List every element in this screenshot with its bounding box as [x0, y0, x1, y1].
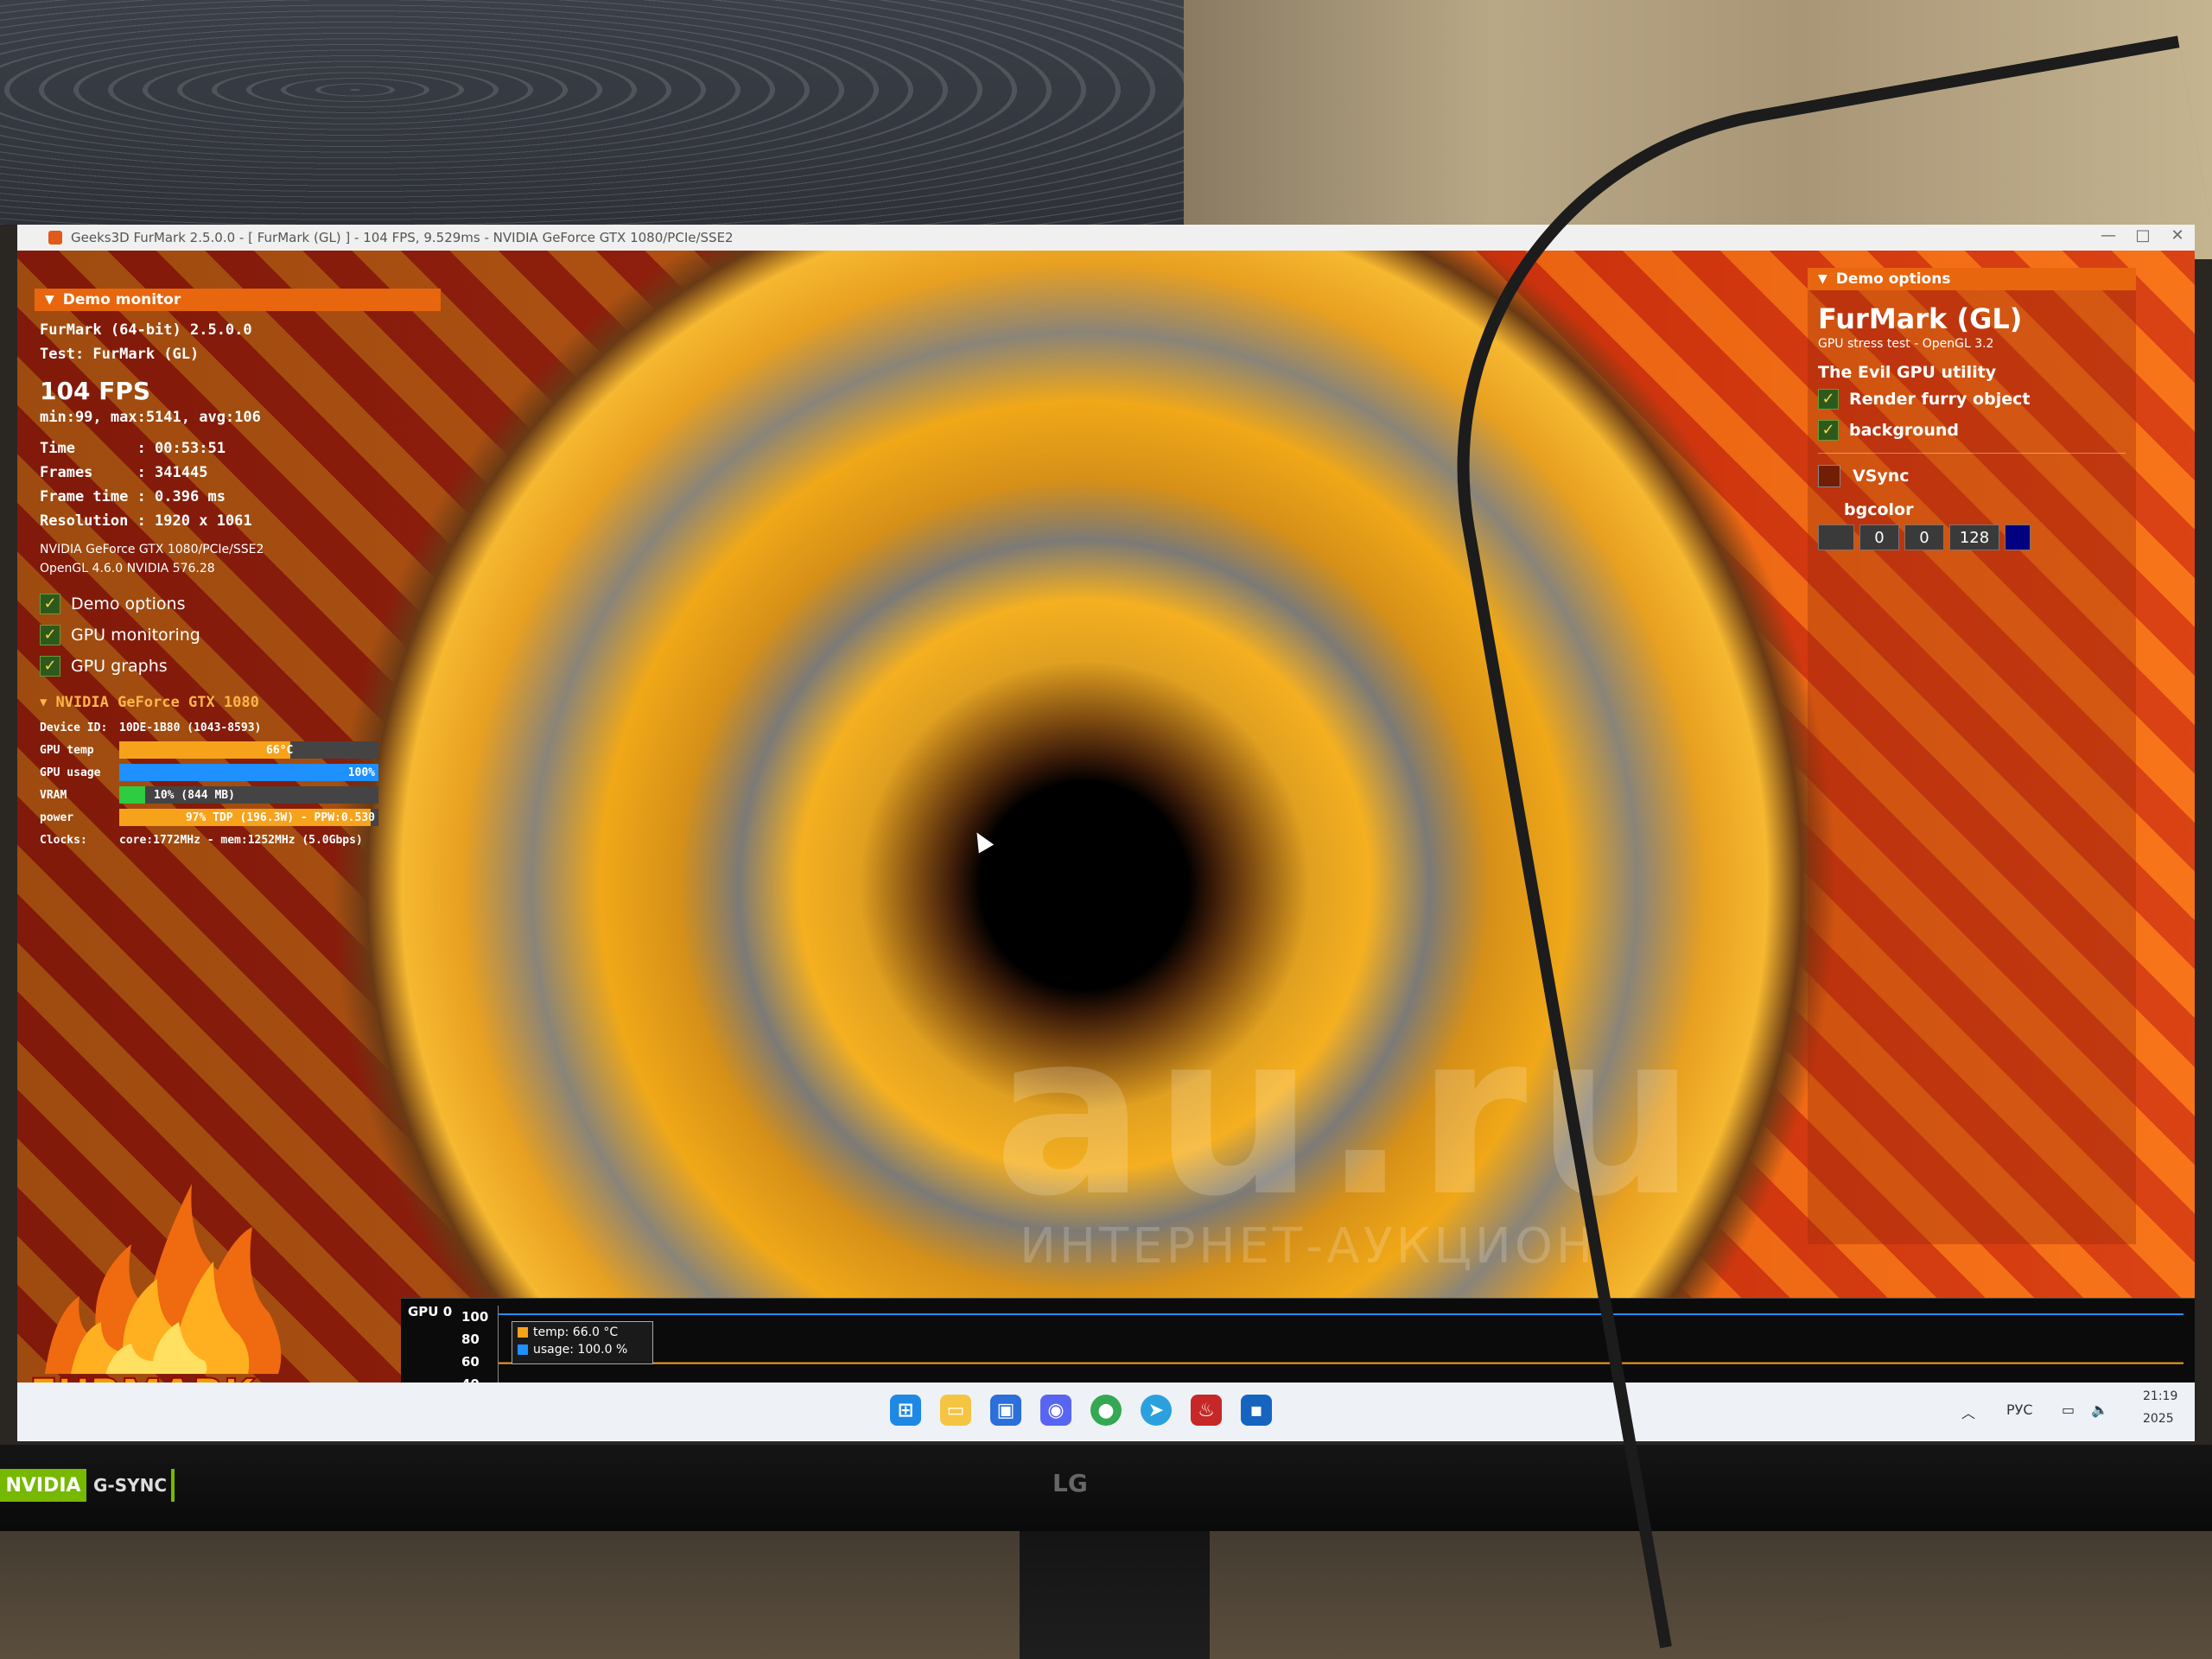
furmark-icon[interactable]: ♨	[1191, 1395, 1222, 1426]
checkmark-icon: ✓	[40, 625, 60, 645]
gpu-temp-row: GPU temp 66°C	[40, 739, 435, 761]
gpu-monitoring-label: GPU monitoring	[71, 626, 200, 645]
renderer-info: NVIDIA GeForce GTX 1080/PCIe/SSE2	[40, 543, 264, 556]
monitor-stand	[1020, 1529, 1210, 1659]
gpu-temp-value: 66°C	[266, 743, 294, 757]
file-explorer-icon[interactable]: ▭	[940, 1395, 971, 1426]
clocks-row: Clocks: core:1772MHz - mem:1252MHz (5.0G…	[40, 829, 435, 851]
demo-monitor-title: Demo monitor	[62, 291, 181, 308]
power-row: power 97% TDP (196.3W) - PPW:0.530	[40, 806, 435, 829]
mouse-cursor-icon	[969, 828, 995, 854]
clocks-label: Clocks:	[40, 833, 87, 847]
legend-usage: usage: 100.0 %	[518, 1341, 647, 1358]
chrome-icon[interactable]: ●	[1090, 1395, 1122, 1426]
app-version: FurMark (64-bit) 2.5.0.0	[40, 321, 252, 339]
opengl-info: OpenGL 4.6.0 NVIDIA 576.28	[40, 562, 215, 575]
device-id-row: Device ID: 10DE-1B80 (1043-8593)	[40, 716, 435, 739]
nvidia-badge: NVIDIA	[0, 1469, 86, 1502]
watermark-subtitle: ИНТЕРНЕТ-АУКЦИОН	[1020, 1218, 1597, 1274]
test-name: Test: FurMark (GL)	[40, 346, 200, 363]
active-app-icon[interactable]: ▪	[1241, 1395, 1272, 1426]
telegram-icon[interactable]: ➤	[1141, 1395, 1172, 1426]
checkmark-icon: ✓	[40, 594, 60, 614]
demo-options-label: Demo options	[71, 594, 186, 613]
power-value: 97% TDP (196.3W) - PPW:0.530	[185, 810, 375, 824]
gpu-usage-bar: 100%	[119, 764, 378, 781]
gpu-section-header[interactable]: ▼ NVIDIA GeForce GTX 1080	[40, 694, 435, 711]
vram-fill	[119, 786, 145, 804]
fps-readout: 104 FPS	[40, 377, 151, 405]
gpu-temp-fill	[119, 741, 290, 759]
graph-tick-60: 60	[461, 1354, 480, 1370]
gpu-usage-label: GPU usage	[40, 766, 101, 779]
store-icon[interactable]: ▣	[990, 1395, 1021, 1426]
demo-monitor-panel: ▼ Demo monitor FurMark (64-bit) 2.5.0.0 …	[35, 289, 441, 1239]
gpu-usage-row: GPU usage 100%	[40, 761, 435, 784]
gpu-monitoring-checkbox[interactable]: ✓ GPU monitoring	[40, 620, 435, 651]
graph-legend: temp: 66.0 °C usage: 100.0 %	[512, 1321, 653, 1364]
legend-temp-swatch	[518, 1327, 528, 1338]
power-label: power	[40, 810, 74, 824]
window-title: Geeks3D FurMark 2.5.0.0 - [ FurMark (GL)…	[71, 230, 734, 245]
gpu-graphs-label: GPU graphs	[71, 657, 168, 676]
lg-logo: LG	[1052, 1469, 1088, 1497]
time-stat: Time : 00:53:51	[40, 440, 226, 457]
gsync-badge: G-SYNC	[93, 1469, 175, 1502]
frames-stat: Frames : 341445	[40, 464, 208, 481]
gpu-usage-value: 100%	[347, 766, 375, 779]
collapse-triangle-icon: ▼	[45, 293, 54, 307]
demo-monitor-header[interactable]: ▼ Demo monitor	[35, 289, 441, 311]
gpu-graphs-checkbox[interactable]: ✓ GPU graphs	[40, 651, 435, 682]
demo-options-checkbox[interactable]: ✓ Demo options	[40, 588, 435, 620]
graph-tick-80: 80	[461, 1332, 480, 1347]
collapse-triangle-icon: ▼	[40, 696, 48, 709]
furmark-app-icon	[48, 231, 62, 245]
background-curtain-left	[0, 0, 1184, 225]
vram-bar: 10% (844 MB)	[119, 786, 378, 804]
resolution-stat: Resolution : 1920 x 1061	[40, 512, 252, 530]
windows-start-icon[interactable]: ⊞	[890, 1395, 921, 1426]
legend-usage-swatch	[518, 1344, 528, 1355]
clocks-value: core:1772MHz - mem:1252MHz (5.0Gbps)	[119, 833, 363, 847]
legend-temp: temp: 66.0 °C	[518, 1324, 647, 1341]
furmark-flame-logo	[45, 1184, 282, 1374]
graph-tick-100: 100	[461, 1309, 489, 1325]
checkmark-icon: ✓	[40, 656, 60, 677]
legend-temp-text: temp: 66.0 °C	[533, 1325, 619, 1339]
gpu-usage-fill	[119, 764, 378, 781]
graph-title: GPU 0	[408, 1304, 453, 1319]
device-id-label: Device ID:	[40, 721, 108, 734]
legend-usage-text: usage: 100.0 %	[533, 1343, 628, 1357]
vram-row: VRAM 10% (844 MB)	[40, 784, 435, 806]
discord-icon[interactable]: ◉	[1040, 1395, 1071, 1426]
gpu-temp-label: GPU temp	[40, 743, 94, 757]
fps-stats: min:99, max:5141, avg:106	[40, 409, 261, 426]
gpu-temp-bar: 66°C	[119, 741, 378, 759]
power-bar: 97% TDP (196.3W) - PPW:0.530	[119, 809, 378, 826]
gpu-name: NVIDIA GeForce GTX 1080	[55, 694, 259, 711]
frametime-stat: Frame time : 0.396 ms	[40, 488, 226, 505]
vram-value: 10% (844 MB)	[154, 788, 235, 802]
vram-label: VRAM	[40, 788, 67, 802]
device-id-value: 10DE-1B80 (1043-8593)	[119, 721, 262, 734]
